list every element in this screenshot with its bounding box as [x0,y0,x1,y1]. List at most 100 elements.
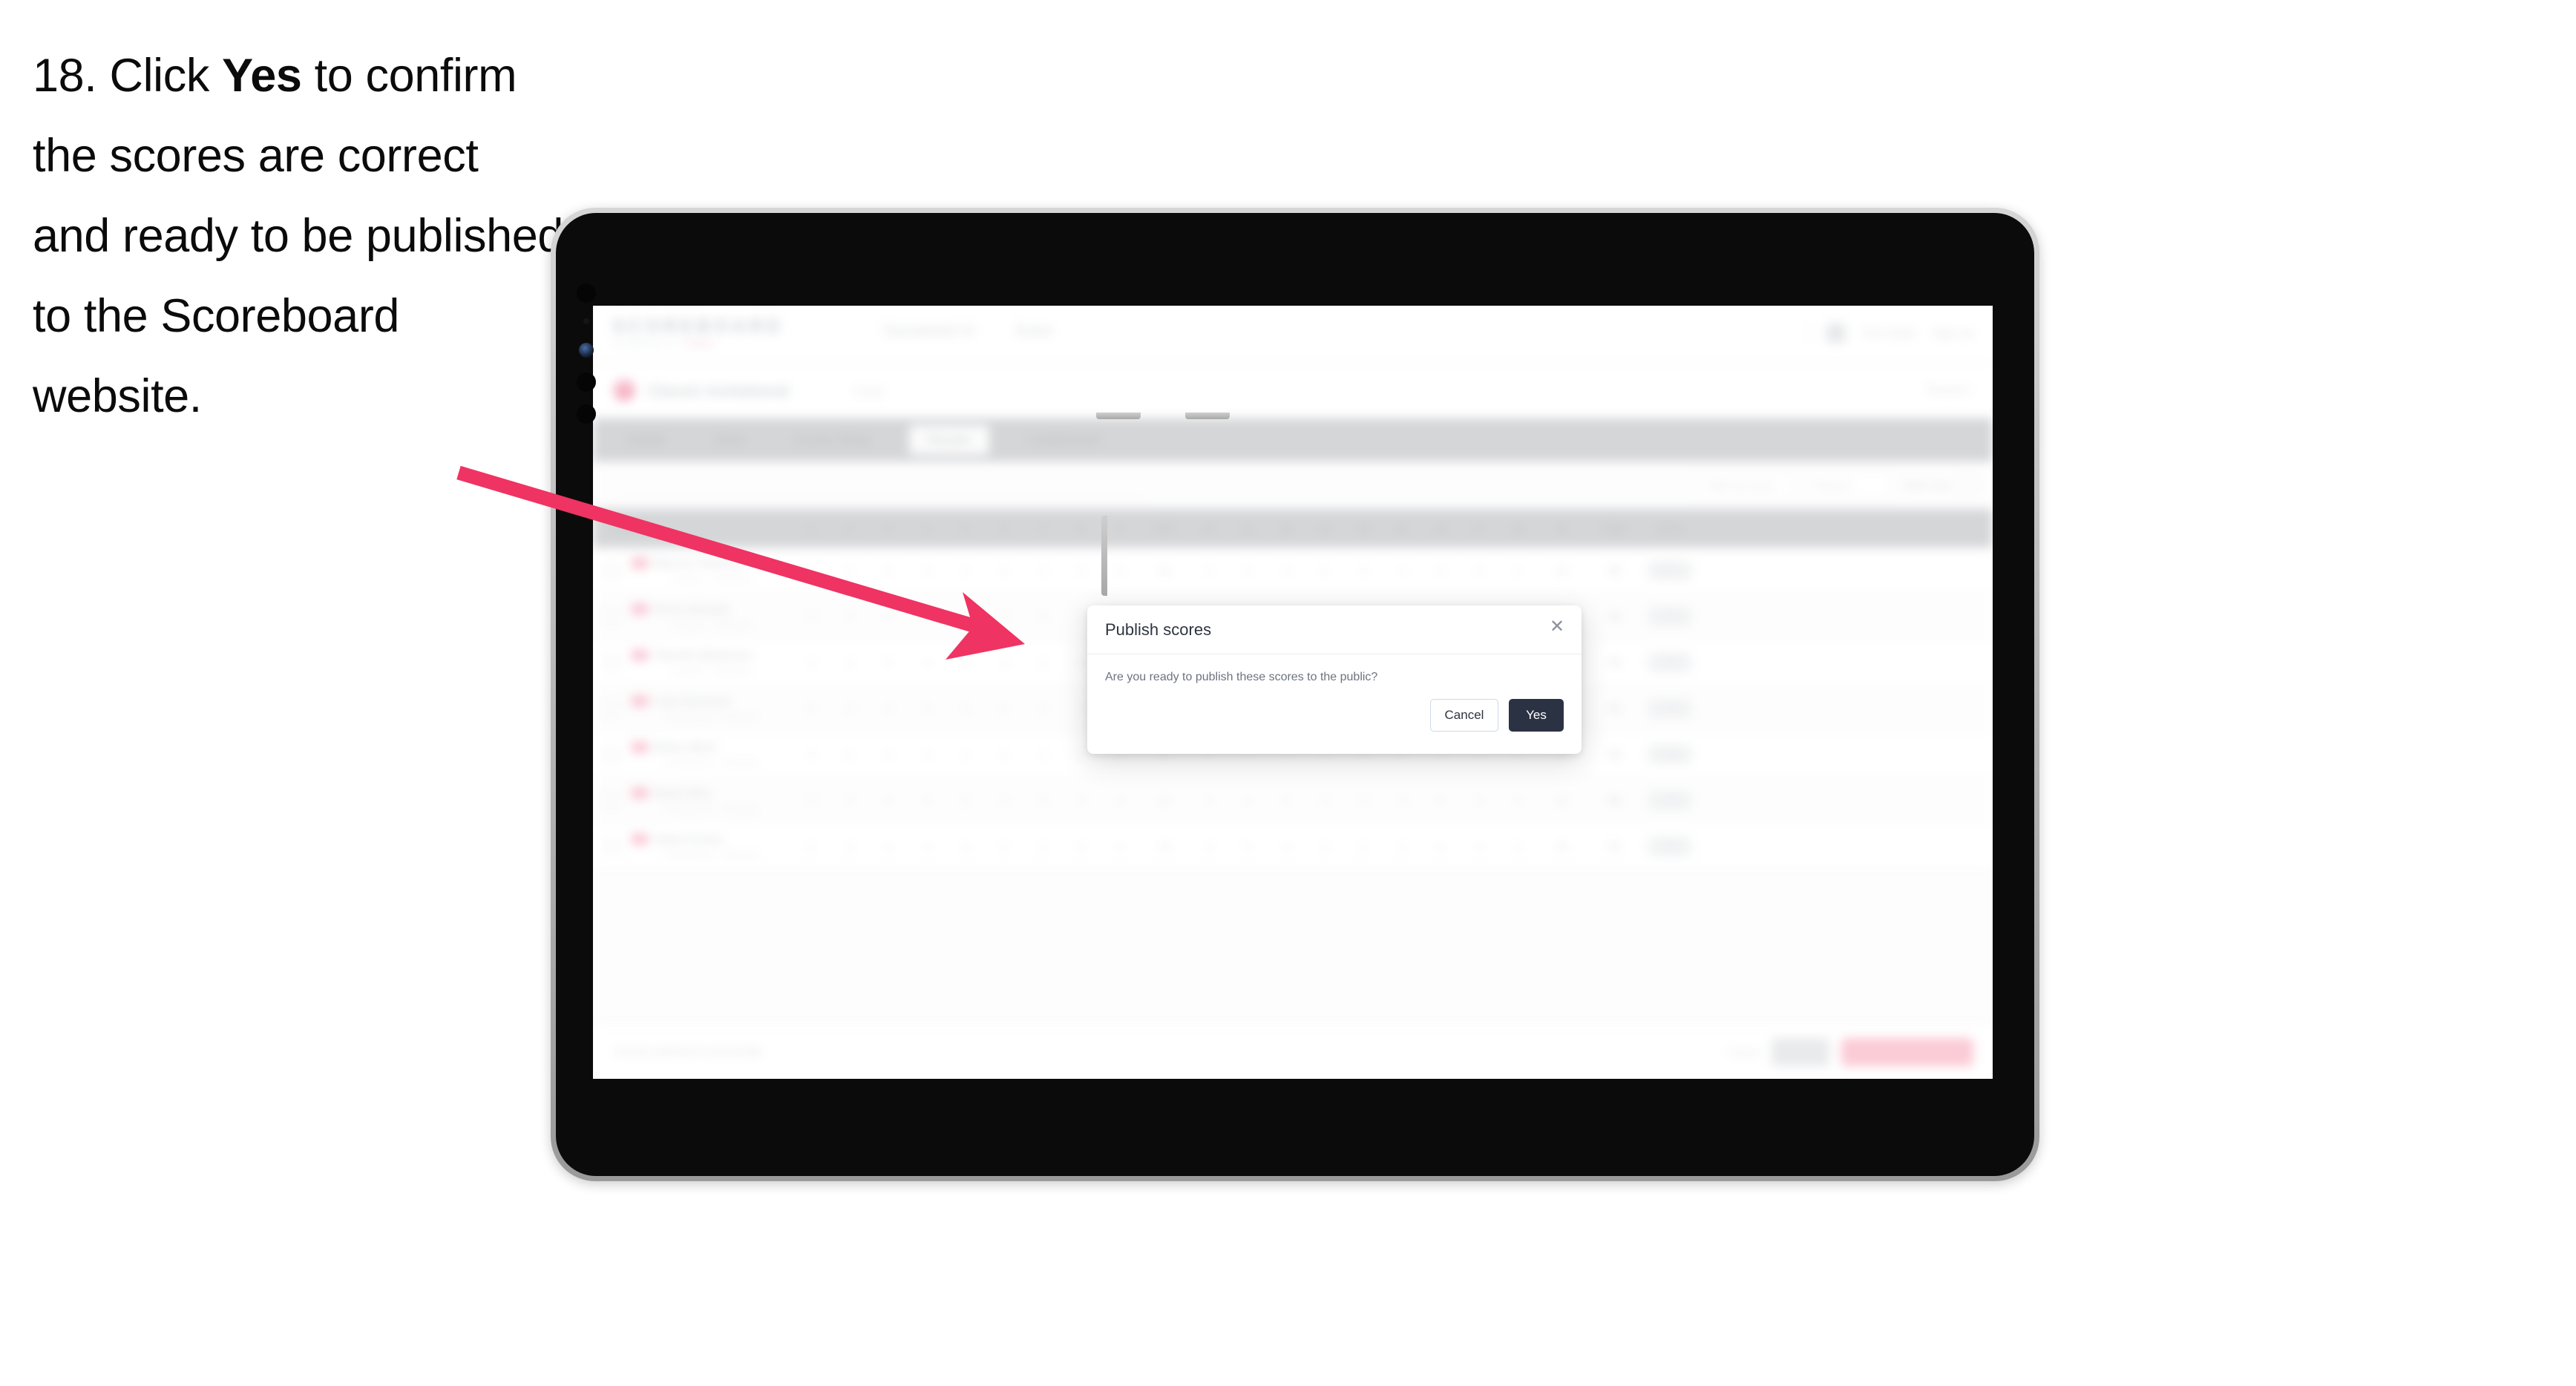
row-checkbox[interactable] [593,700,632,717]
power-button[interactable] [1101,516,1107,596]
hole-score-cell[interactable]: 5 [1023,749,1062,761]
hole-score-cell[interactable]: 5 [869,657,908,669]
row-checkbox[interactable] [593,654,632,671]
score-pill[interactable]: +4 [1648,790,1691,810]
hole-score-cell[interactable]: 5 [985,841,1023,853]
row-checkbox[interactable] [593,562,632,579]
hole-score-cell[interactable]: 4 [869,841,908,853]
hole-score-cell[interactable]: 5 [908,795,946,807]
hole-score-cell[interactable]: 4 [1023,841,1062,853]
hole-score-cell[interactable]: 5 [792,841,830,853]
score-pill[interactable]: +3 [1648,744,1691,764]
hole-score-cell[interactable]: 4 [1062,795,1101,807]
score-pill[interactable]: +1 [1648,606,1691,626]
checkbox-icon[interactable] [604,608,620,625]
footer-cancel-link[interactable]: Cancel [1727,1046,1760,1058]
hole-score-cell[interactable]: 4 [1023,795,1062,807]
save-all-button[interactable] [1772,1037,1829,1066]
hole-score-cell[interactable]: 3 [1267,565,1305,577]
tab-draw[interactable]: Draw [704,427,755,453]
nav-item-tournament[interactable]: Tournament XI [882,323,974,340]
volume-up-button[interactable] [1096,413,1141,419]
score-pill[interactable]: +2 [1648,652,1691,672]
column-header-player[interactable]: Player [593,522,792,535]
hole-score-cell[interactable]: 5 [1305,565,1344,577]
status-filter-select[interactable]: Round 1 [1802,472,1890,499]
hole-score-cell[interactable]: 3 [830,565,869,577]
hole-score-cell[interactable]: 4 [1101,795,1139,807]
hole-score-cell[interactable]: 4 [1228,565,1267,577]
hole-score-cell[interactable]: 4 [908,657,946,669]
hole-score-cell[interactable]: 3 [946,703,985,715]
yes-button[interactable]: Yes [1509,699,1564,732]
hole-score-cell[interactable]: 4 [869,749,908,761]
hole-score-cell[interactable]: 5 [1267,795,1305,807]
hole-score-cell[interactable]: 4 [946,657,985,669]
close-icon[interactable]: ✕ [1547,617,1567,637]
hole-score-cell[interactable]: 4 [830,657,869,669]
app-logo[interactable]: SCOREBOARD POWERED BY GOLF [612,316,784,349]
tab-details[interactable]: Details [617,427,676,453]
round-filter-select[interactable]: Filter by round [1695,472,1791,499]
hole-score-cell[interactable]: 4 [1190,795,1228,807]
hole-score-cell[interactable]: 4 [946,749,985,761]
hole-score-cell[interactable]: 4 [792,749,830,761]
hole-score-cell[interactable]: 4 [869,611,908,623]
hole-score-cell[interactable]: 4 [1383,565,1421,577]
hole-score-cell[interactable]: 5 [1228,841,1267,853]
score-pill[interactable]: E [1648,560,1691,580]
hole-score-cell[interactable]: 4 [1383,795,1421,807]
hole-score-cell[interactable]: 4 [1023,657,1062,669]
score-pill[interactable]: +5 [1648,836,1691,856]
hole-score-cell[interactable]: 4 [1062,565,1101,577]
hole-score-cell[interactable]: 4 [908,841,946,853]
hole-score-cell[interactable]: 3 [985,565,1023,577]
hole-score-cell[interactable]: 4 [985,657,1023,669]
checkbox-icon[interactable] [604,838,620,855]
hole-score-cell[interactable]: 5 [1023,565,1062,577]
hole-score-cell[interactable]: 4 [1421,841,1460,853]
checkbox-icon[interactable] [604,746,620,763]
hole-score-cell[interactable]: 4 [1023,703,1062,715]
row-checkbox[interactable] [593,838,632,855]
hole-score-cell[interactable]: 4 [1101,841,1139,853]
hole-score-cell[interactable]: 4 [792,795,830,807]
hole-score-cell[interactable]: 5 [985,703,1023,715]
hole-score-cell[interactable]: 4 [1190,841,1228,853]
hole-score-cell[interactable]: 4 [792,611,830,623]
hole-score-cell[interactable]: 5 [1460,565,1498,577]
hole-score-cell[interactable]: 4 [908,749,946,761]
volume-down-button[interactable] [1185,413,1230,419]
hole-score-cell[interactable]: 4 [1498,565,1537,577]
checkbox-icon[interactable] [604,700,620,717]
hole-score-cell[interactable]: 4 [1267,841,1305,853]
hole-score-cell[interactable]: 5 [946,795,985,807]
hole-score-cell[interactable]: 4 [946,841,985,853]
hole-score-cell[interactable]: 5 [869,565,908,577]
hole-score-cell[interactable]: 5 [908,611,946,623]
row-checkbox[interactable] [593,792,632,809]
hole-score-cell[interactable]: 4 [985,795,1023,807]
hole-score-cell[interactable]: 5 [1421,795,1460,807]
hole-score-cell[interactable]: 4 [830,611,869,623]
checkbox-icon[interactable] [604,792,620,809]
hole-score-cell[interactable]: 4 [1383,841,1421,853]
hole-score-cell[interactable]: 4 [946,565,985,577]
row-checkbox[interactable] [593,746,632,763]
checkbox-icon[interactable] [604,562,620,579]
table-row[interactable]: Marcus Thomson Amateur · Nationals 4 3 5 4 4 3 5… [593,548,1993,594]
hole-score-cell[interactable]: 4 [830,795,869,807]
hole-score-cell[interactable]: 5 [830,749,869,761]
hole-score-cell[interactable]: 4 [792,657,830,669]
score-pill[interactable]: +2 [1648,698,1691,718]
tab-leaderboard[interactable]: Leaderboard [1017,427,1110,453]
hole-score-cell[interactable]: 4 [1344,565,1383,577]
hole-score-cell[interactable]: 5 [1062,841,1101,853]
hole-score-cell[interactable]: 4 [830,703,869,715]
search-input[interactable] [614,473,1148,498]
table-row[interactable]: Noah Silva Professional · Nationals 4 4 4 5 5 4… [593,778,1993,824]
user-avatar-icon[interactable] [1826,323,1846,343]
hole-score-cell[interactable]: 5 [792,703,830,715]
hole-score-cell[interactable]: 4 [1460,795,1498,807]
tab-results[interactable]: Results [908,425,990,455]
